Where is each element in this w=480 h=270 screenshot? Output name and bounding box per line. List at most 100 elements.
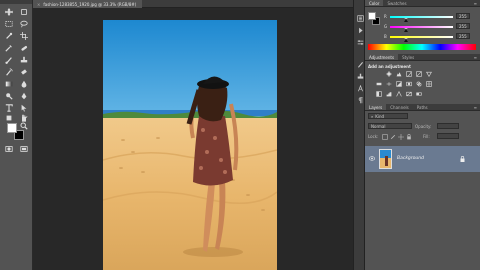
document-image[interactable] <box>103 20 277 270</box>
lock-position-icon[interactable] <box>397 133 404 140</box>
adjustments-title: Add an adjustment <box>368 64 411 69</box>
tab-color[interactable]: Color <box>365 0 384 6</box>
channel-b-value[interactable]: 255 <box>456 33 470 39</box>
crop-icon[interactable] <box>19 31 29 40</box>
close-tab-icon[interactable]: × <box>37 2 40 7</box>
channel-g-value[interactable]: 255 <box>456 23 470 29</box>
fill-field[interactable] <box>437 133 459 139</box>
levels-icon[interactable] <box>395 70 402 77</box>
color-spectrum-bar[interactable] <box>368 44 476 50</box>
channel-r-slider[interactable] <box>390 16 453 22</box>
visibility-eye-icon[interactable] <box>369 156 375 161</box>
marquee-icon[interactable] <box>4 19 14 28</box>
panel-icon-strip <box>353 0 365 270</box>
brush-panel-icon[interactable] <box>356 60 364 68</box>
tab-channels[interactable]: Channels <box>386 104 413 110</box>
layers-list-empty-area <box>365 172 480 270</box>
document-tab[interactable]: × fashion-1283855_1920.jpg @ 33.3% (RGB/… <box>33 0 143 8</box>
exposure-icon[interactable] <box>415 70 422 77</box>
path-select-icon[interactable] <box>19 103 29 112</box>
tab-swatches[interactable]: Swatches <box>383 0 410 6</box>
layer-name[interactable]: Background <box>397 156 424 161</box>
lasso-icon[interactable] <box>19 19 29 28</box>
color-panel-tabs: Color Swatches ≡ <box>365 0 480 7</box>
color-lookup-icon[interactable] <box>425 80 432 87</box>
channel-b-slider[interactable] <box>390 36 453 42</box>
toolbox-grip[interactable] <box>0 0 32 4</box>
invert-icon[interactable] <box>375 90 382 97</box>
tab-styles[interactable]: Styles <box>398 54 418 60</box>
history-panel-icon[interactable] <box>356 14 364 22</box>
lock-all-icon[interactable] <box>405 133 412 140</box>
gradient-map-icon[interactable] <box>415 90 422 97</box>
channel-mixer-icon[interactable] <box>415 80 422 87</box>
pen-icon[interactable] <box>19 91 29 100</box>
eraser-icon[interactable] <box>19 67 29 76</box>
opacity-label: Opacity: <box>415 124 432 129</box>
lock-pixels-icon[interactable] <box>389 133 396 140</box>
layers-panel-tabs: Layers Channels Paths ≡ <box>365 104 480 111</box>
quick-mask-icon[interactable] <box>4 144 14 153</box>
actions-panel-icon[interactable] <box>356 26 364 34</box>
adjustments-menu-icon[interactable]: ≡ <box>471 54 480 60</box>
layer-filter-label: Kind <box>375 113 385 119</box>
screen-mode-icon[interactable] <box>19 144 29 153</box>
color-panel-foreground-swatch[interactable] <box>368 12 376 20</box>
history-brush-icon[interactable] <box>4 67 14 76</box>
channel-g-label: G <box>384 24 388 29</box>
properties-panel-icon[interactable] <box>356 38 364 46</box>
zoom-icon[interactable] <box>19 121 29 130</box>
layer-filter-select[interactable]: ⌕ Kind <box>368 113 408 119</box>
photo-filter-icon[interactable] <box>405 80 412 87</box>
clone-source-panel-icon[interactable] <box>356 72 364 80</box>
hue-saturation-icon[interactable] <box>375 80 382 87</box>
channel-r-value[interactable]: 255 <box>456 13 470 19</box>
lock-label: Lock: <box>368 134 379 139</box>
dodge-icon[interactable] <box>4 91 14 100</box>
layer-lock-icon <box>460 156 465 162</box>
layer-thumbnail <box>379 149 392 169</box>
blend-mode-value: Normal <box>371 123 386 129</box>
type-icon[interactable] <box>4 103 14 112</box>
search-icon: ⌕ <box>371 113 374 119</box>
selective-color-icon[interactable] <box>405 90 412 97</box>
panel-menu-icon[interactable]: ≡ <box>471 0 480 6</box>
paragraph-panel-icon[interactable] <box>356 96 364 104</box>
document-tab-bar: × fashion-1283855_1920.jpg @ 33.3% (RGB/… <box>33 0 353 8</box>
lock-transparent-icon[interactable] <box>381 133 388 140</box>
document-tab-title: fashion-1283855_1920.jpg @ 33.3% (RGB/8#… <box>43 1 137 7</box>
tab-layers[interactable]: Layers <box>365 104 387 110</box>
canvas-area[interactable] <box>33 8 353 270</box>
fill-label: Fill: <box>423 134 430 139</box>
clone-stamp-icon[interactable] <box>19 55 29 64</box>
character-panel-icon[interactable] <box>356 84 364 92</box>
eyedropper-icon[interactable] <box>4 43 14 52</box>
toolbox <box>0 0 33 270</box>
adjustments-panel-tabs: Adjustments Styles ≡ <box>365 54 480 61</box>
layer-row-background[interactable]: Background <box>365 146 480 172</box>
gradient-icon[interactable] <box>4 79 14 88</box>
tab-paths[interactable]: Paths <box>413 104 432 110</box>
opacity-field[interactable] <box>437 123 459 129</box>
move-icon[interactable] <box>4 7 14 16</box>
shape-icon[interactable] <box>4 113 14 122</box>
channel-b-label: B <box>384 34 387 39</box>
artboard-icon[interactable] <box>19 7 29 16</box>
layers-menu-icon[interactable]: ≡ <box>471 104 480 110</box>
posterize-icon[interactable] <box>385 90 392 97</box>
healing-brush-icon[interactable] <box>19 43 29 52</box>
threshold-icon[interactable] <box>395 90 402 97</box>
brush-icon[interactable] <box>4 55 14 64</box>
brightness-contrast-icon[interactable] <box>385 70 392 77</box>
quick-select-icon[interactable] <box>4 31 14 40</box>
tab-adjustments[interactable]: Adjustments <box>365 54 399 60</box>
foreground-color-swatch[interactable] <box>7 123 17 133</box>
channel-r-label: R <box>384 14 387 19</box>
blend-mode-select[interactable]: Normal <box>368 123 412 129</box>
black-white-icon[interactable] <box>395 80 402 87</box>
curves-icon[interactable] <box>405 70 412 77</box>
color-balance-icon[interactable] <box>385 80 392 87</box>
blur-icon[interactable] <box>19 79 29 88</box>
channel-g-slider[interactable] <box>390 26 453 32</box>
vibrance-icon[interactable] <box>425 70 432 77</box>
